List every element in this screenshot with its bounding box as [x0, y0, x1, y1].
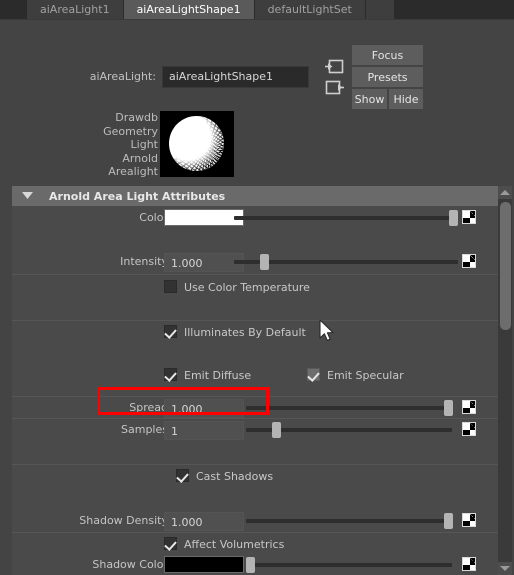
- row-affect-volumetrics: Affect Volumetrics: [12, 534, 498, 556]
- shadow-density-slider-handle[interactable]: [444, 513, 453, 529]
- intensity-input[interactable]: 1.000: [164, 253, 244, 272]
- cast-shadows-checkbox[interactable]: [176, 469, 189, 482]
- group-light-flags: Illuminates By Default Emit Diffuse Emit…: [12, 320, 498, 474]
- node-path-line: Arealight: [108, 165, 158, 178]
- group-color-temperature: Use Color Temperature Temperature 6500: [12, 274, 498, 341]
- shadow-density-label: Shadow Density: [79, 514, 168, 527]
- use-color-temperature-checkbox[interactable]: [164, 280, 177, 293]
- node-name-input[interactable]: aiAreaLightShape1: [162, 66, 309, 88]
- shadow-color-swatch[interactable]: [164, 556, 244, 573]
- row-emit: Emit Diffuse Emit Specular: [12, 365, 498, 387]
- row-spread: Spread 1.000: [12, 397, 498, 419]
- row-color: Color: [12, 207, 498, 229]
- row-samples: Samples 1: [12, 419, 498, 441]
- presets-button[interactable]: Presets: [352, 67, 423, 87]
- shadow-color-map-button[interactable]: [462, 557, 476, 571]
- spread-slider-track[interactable]: [246, 406, 452, 410]
- samples-label: Samples: [121, 423, 168, 436]
- row-intensity: Intensity 1.000: [12, 251, 498, 273]
- affect-volumetrics-label[interactable]: Affect Volumetrics: [184, 538, 284, 552]
- color-slider-track[interactable]: [234, 216, 458, 220]
- spread-input[interactable]: 1.000: [164, 399, 244, 418]
- node-path-labels: Drawdb Geometry Light Arnold Arealight: [60, 111, 158, 179]
- emit-diffuse-label[interactable]: Emit Diffuse: [184, 369, 251, 383]
- node-path-line: Arnold: [122, 151, 158, 165]
- intensity-label: Intensity: [120, 255, 168, 268]
- shadow-color-slider-handle[interactable]: [246, 557, 255, 573]
- scroll-up-button[interactable]: [498, 186, 512, 199]
- preview-sphere-noise: [169, 116, 224, 171]
- samples-input[interactable]: 1: [164, 421, 244, 440]
- tab-aiarealightshape1[interactable]: aiAreaLightShape1: [123, 0, 255, 19]
- color-map-button[interactable]: [462, 210, 476, 224]
- node-path-line: Drawdb: [115, 111, 158, 124]
- node-preview-area: Drawdb Geometry Light Arnold Arealight: [0, 108, 514, 182]
- panel-scrollbar[interactable]: [498, 186, 512, 575]
- hide-button[interactable]: Hide: [389, 89, 423, 109]
- row-shadow-color: Shadow Color: [12, 554, 498, 575]
- scrollbar-thumb[interactable]: [500, 202, 511, 330]
- samples-slider-handle[interactable]: [272, 422, 281, 438]
- cast-shadows-label[interactable]: Cast Shadows: [196, 470, 273, 484]
- intensity-slider-handle[interactable]: [260, 254, 269, 270]
- spread-map-button[interactable]: [462, 400, 476, 414]
- row-use-color-temperature: Use Color Temperature: [12, 277, 498, 299]
- section-header-arnold-area-light-attributes[interactable]: Arnold Area Light Attributes: [12, 186, 498, 206]
- triangle-down-icon: [500, 566, 510, 571]
- illuminates-by-default-checkbox[interactable]: [164, 325, 177, 338]
- triangle-down-icon: [22, 190, 33, 203]
- emit-specular-label[interactable]: Emit Specular: [327, 369, 404, 383]
- group-spread: Spread 1.000: [12, 396, 498, 418]
- group-volumetrics: Affect Volumetrics: [12, 532, 498, 556]
- group-light-color: Color Intensity 1.000 Exposure 10.000: [12, 206, 498, 316]
- arrow-into-box-icon: [324, 59, 343, 74]
- samples-map-button[interactable]: [462, 422, 476, 436]
- arrow-out-of-box-icon: [325, 80, 344, 95]
- node-type-label: aiAreaLight:: [89, 70, 156, 83]
- color-slider-handle[interactable]: [449, 210, 458, 226]
- emit-specular-checkbox[interactable]: [307, 368, 320, 381]
- scroll-down-button[interactable]: [498, 562, 512, 575]
- shadow-density-slider-track[interactable]: [246, 519, 452, 523]
- tab-aiarealight1[interactable]: aiAreaLight1: [27, 0, 124, 19]
- row-illuminates-by-default: Illuminates By Default: [12, 322, 498, 344]
- color-swatch[interactable]: [164, 209, 244, 226]
- focus-button[interactable]: Focus: [352, 45, 423, 65]
- tab-bar: aiAreaLight1 aiAreaLightShape1 defaultLi…: [0, 0, 514, 20]
- row-shadow-density: Shadow Density 1.000: [12, 510, 498, 532]
- input-connection-icon[interactable]: [324, 58, 344, 75]
- intensity-map-button[interactable]: [462, 254, 476, 268]
- node-path-line: Light: [130, 138, 158, 151]
- triangle-up-icon: [500, 190, 510, 195]
- attributes-panel: Color Intensity 1.000 Exposure 10.000: [12, 206, 498, 575]
- attribute-editor-panel: aiAreaLight1 aiAreaLightShape1 defaultLi…: [0, 0, 514, 575]
- tab-strip-filler: [365, 0, 394, 19]
- group-samples: Samples 1 Normalize: [12, 418, 498, 481]
- row-cast-shadows: Cast Shadows: [12, 466, 498, 488]
- section-header-label: Arnold Area Light Attributes: [49, 189, 226, 203]
- tab-strip: aiAreaLight1 aiAreaLightShape1 defaultLi…: [27, 0, 394, 20]
- use-color-temperature-label[interactable]: Use Color Temperature: [184, 281, 310, 295]
- group-shadows: Cast Shadows Shadow Density 1.000 Shadow…: [12, 464, 498, 573]
- shadow-density-map-button[interactable]: [462, 513, 476, 527]
- show-button[interactable]: Show: [352, 89, 387, 109]
- node-header: aiAreaLight: aiAreaLightShape1 Focus Pre…: [0, 20, 514, 110]
- spread-label: Spread: [129, 401, 168, 414]
- tab-defaultlightset[interactable]: defaultLightSet: [254, 0, 366, 19]
- emit-diffuse-checkbox[interactable]: [164, 368, 177, 381]
- shadow-color-label: Shadow Color: [92, 558, 168, 571]
- spread-slider-handle[interactable]: [444, 400, 453, 416]
- illuminates-by-default-label[interactable]: Illuminates By Default: [184, 326, 306, 340]
- material-preview-swatch[interactable]: [160, 111, 234, 177]
- output-connection-icon[interactable]: [324, 79, 344, 96]
- shadow-density-input[interactable]: 1.000: [164, 512, 244, 531]
- node-path-line: Geometry: [103, 124, 158, 138]
- affect-volumetrics-checkbox[interactable]: [164, 537, 177, 550]
- shadow-color-slider-track[interactable]: [246, 563, 452, 567]
